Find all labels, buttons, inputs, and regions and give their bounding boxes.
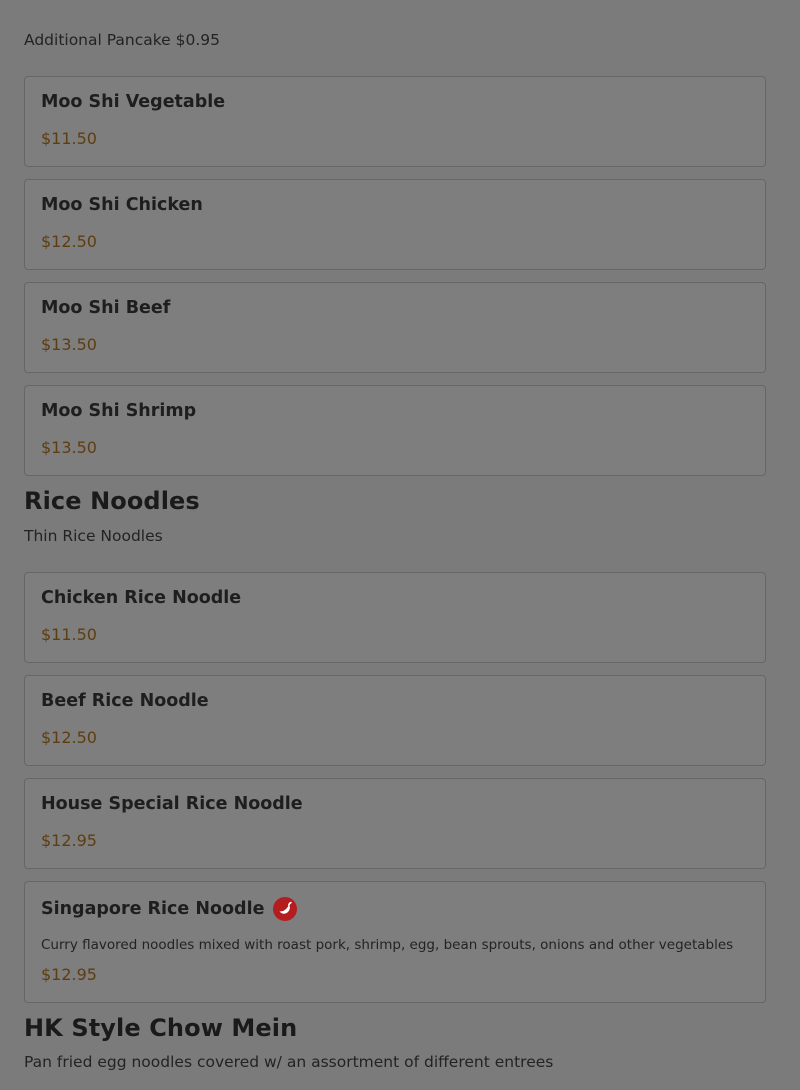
menu-item-card[interactable]: Moo Shi Shrimp $13.50	[24, 385, 766, 476]
section-title: Rice Noodles	[24, 487, 200, 515]
item-price: $12.50	[41, 232, 97, 251]
item-name: Moo Shi Chicken	[41, 195, 203, 215]
spicy-chili-icon	[273, 897, 298, 921]
item-name: Moo Shi Beef	[41, 298, 171, 318]
menu-item-card[interactable]: Chicken Rice Noodle $11.50	[24, 572, 766, 663]
item-name: Singapore Rice Noodle	[41, 899, 265, 919]
item-description: Curry flavored noodles mixed with roast …	[41, 937, 734, 953]
section-note: Pan fried egg noodles covered w/ an asso…	[24, 1053, 554, 1071]
menu-item-card[interactable]: Beef Rice Noodle $12.50	[24, 675, 766, 766]
menu-item-card[interactable]: Singapore Rice Noodle Curry flavored noo…	[24, 881, 766, 1003]
section-note: Additional Pancake $0.95	[24, 31, 220, 49]
spicy-chili-icon-svg	[273, 897, 298, 921]
item-name: Beef Rice Noodle	[41, 691, 209, 711]
item-price: $11.50	[41, 129, 97, 148]
menu-page: Additional Pancake $0.95 Moo Shi Vegetab…	[0, 0, 800, 1090]
item-name: Moo Shi Vegetable	[41, 92, 226, 112]
item-price: $11.50	[41, 625, 97, 644]
item-price: $13.50	[41, 335, 97, 354]
menu-item-card[interactable]: House Special Rice Noodle $12.95	[24, 778, 766, 869]
menu-item-card[interactable]: Moo Shi Chicken $12.50	[24, 179, 766, 270]
item-name-row: Singapore Rice Noodle	[41, 897, 298, 921]
section-title: HK Style Chow Mein	[24, 1014, 298, 1042]
item-price: $12.95	[41, 965, 97, 984]
menu-item-card[interactable]: Moo Shi Vegetable $11.50	[24, 76, 766, 167]
item-price: $12.50	[41, 728, 97, 747]
item-price: $13.50	[41, 438, 97, 457]
section-note: Thin Rice Noodles	[24, 527, 163, 545]
item-name: House Special Rice Noodle	[41, 794, 303, 814]
item-name: Chicken Rice Noodle	[41, 588, 242, 608]
item-name: Moo Shi Shrimp	[41, 401, 197, 421]
menu-item-card[interactable]: Moo Shi Beef $13.50	[24, 282, 766, 373]
item-price: $12.95	[41, 831, 97, 850]
